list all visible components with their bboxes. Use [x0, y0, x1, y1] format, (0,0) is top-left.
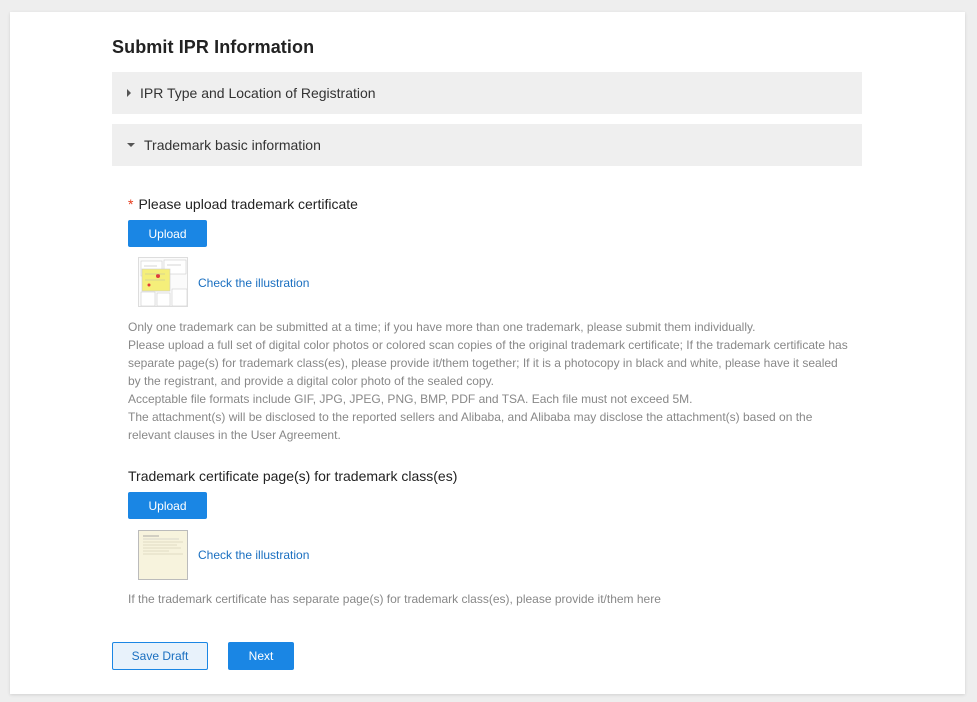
certificate-illustration-thumbnail[interactable]: [138, 257, 188, 307]
page-title: Submit IPR Information: [112, 37, 315, 57]
help-line: Acceptable file formats include GIF, JPG…: [128, 392, 693, 406]
class-pages-help-text: If the trademark certificate has separat…: [128, 592, 661, 606]
class-pages-field-label: Trademark certificate page(s) for tradem…: [128, 468, 458, 484]
caret-right-icon: [127, 89, 131, 97]
save-draft-button[interactable]: Save Draft: [112, 642, 208, 670]
help-line: Only one trademark can be submitted at a…: [128, 320, 756, 334]
upload-certificate-button[interactable]: Upload: [128, 220, 207, 247]
help-line: The attachment(s) will be disclosed to t…: [128, 410, 813, 442]
certificate-help-text: Only one trademark can be submitted at a…: [128, 318, 853, 444]
section-trademark-basic-label: Trademark basic information: [144, 137, 321, 153]
section-ipr-type-label: IPR Type and Location of Registration: [140, 85, 376, 101]
check-illustration-link[interactable]: Check the illustration: [198, 276, 309, 290]
next-button[interactable]: Next: [228, 642, 294, 670]
required-marker: *: [128, 196, 134, 212]
upload-class-pages-button[interactable]: Upload: [128, 492, 207, 519]
section-ipr-type[interactable]: IPR Type and Location of Registration: [112, 72, 862, 114]
certificate-field-label: * Please upload trademark certificate: [128, 196, 358, 212]
section-trademark-basic[interactable]: Trademark basic information: [112, 124, 862, 166]
form-card: Submit IPR Information IPR Type and Loca…: [10, 12, 965, 694]
check-illustration-link[interactable]: Check the illustration: [198, 548, 309, 562]
caret-down-icon: [127, 143, 135, 147]
certificate-label-text: Please upload trademark certificate: [138, 196, 358, 212]
help-line: Please upload a full set of digital colo…: [128, 338, 848, 388]
class-pages-illustration-thumbnail[interactable]: [138, 530, 188, 580]
